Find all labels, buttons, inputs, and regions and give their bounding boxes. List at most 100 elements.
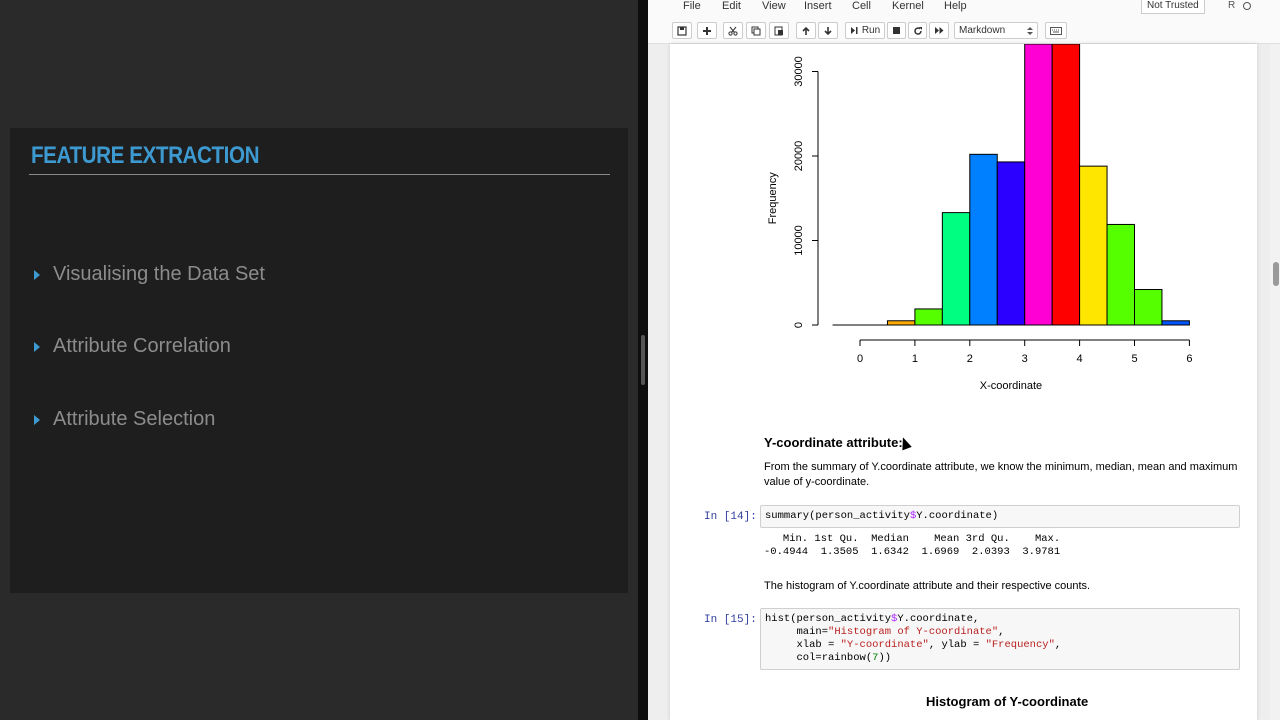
histogram-bars [832, 44, 1190, 326]
code-string: "Frequency" [985, 639, 1055, 651]
code-text: )) [878, 652, 892, 664]
run-all-button[interactable] [929, 22, 949, 39]
y-tick-label: 10000 [793, 225, 805, 256]
move-up-button[interactable] [796, 22, 816, 39]
x-tick-label: 1 [912, 353, 918, 365]
histogram-bar [969, 153, 998, 326]
x-tick-label: 0 [857, 353, 863, 365]
cell-output: Min. 1st Qu. Median Mean 3rd Qu. Max. -0… [764, 533, 1066, 559]
keyboard-icon [1050, 26, 1062, 35]
divider-handle[interactable] [641, 335, 645, 385]
run-label: Run [861, 25, 881, 36]
screen: FEATURE EXTRACTION Visualising the Data … [0, 0, 1280, 720]
x-tick-label: 5 [1131, 353, 1137, 365]
stop-icon [893, 27, 900, 34]
kernel-name: R [1228, 0, 1236, 11]
markdown-paragraph: The histogram of Y.coordinate attribute … [764, 580, 1091, 592]
y-tick-label: 20000 [793, 141, 805, 172]
code-text: main= [765, 626, 829, 638]
y-tick-label: 30000 [793, 56, 805, 87]
trusted-badge[interactable]: Not Trusted [1141, 0, 1205, 14]
markdown-heading: Y-coordinate attribute: [764, 435, 903, 450]
code-cell[interactable]: hist(person_activity$Y.coordinate, main=… [760, 608, 1240, 670]
code-cell[interactable]: summary(person_activity$Y.coordinate) [760, 505, 1240, 528]
bullet-text: Attribute Selection [53, 408, 216, 430]
interrupt-button[interactable] [887, 22, 906, 39]
histogram-bar [1161, 320, 1190, 326]
bullet-arrow-icon [34, 341, 40, 352]
run-button[interactable]: Run [845, 22, 885, 39]
code-line: hist(person_activity$Y.coordinate, [765, 613, 1235, 626]
title-underline [29, 174, 610, 175]
code-text: col=rainbow( [765, 652, 873, 664]
plot-title: Histogram of Y-coordinate [926, 694, 1089, 709]
presentation-pane: FEATURE EXTRACTION Visualising the Data … [0, 0, 638, 720]
histogram-bar [941, 212, 971, 326]
menu-edit[interactable]: Edit [722, 0, 741, 12]
select-arrows-icon [1027, 26, 1033, 35]
menu-view[interactable]: View [762, 0, 786, 12]
restart-icon [913, 26, 922, 35]
menu-kernel[interactable]: Kernel [892, 0, 924, 12]
code-string: "Histogram of Y-coordinate" [828, 626, 999, 638]
histogram-bar [1024, 44, 1053, 326]
copy-icon [751, 26, 761, 35]
x-tick-label: 2 [967, 353, 973, 365]
toolbar: Run Markdown [648, 18, 1280, 44]
output-line: Min. 1st Qu. Median Mean 3rd Qu. Max. [764, 533, 1067, 545]
restart-button[interactable] [908, 22, 927, 39]
bullet-item: Attribute Correlation [34, 335, 231, 358]
bullet-arrow-icon [34, 414, 40, 425]
code-text: , [998, 626, 1005, 638]
bullet-text: Attribute Correlation [53, 335, 231, 357]
arrow-up-icon [802, 26, 810, 35]
bullet-text: Visualising the Data Set [53, 263, 265, 285]
menu-file[interactable]: File [683, 0, 701, 12]
code-line: main="Histogram of Y-coordinate", [765, 626, 1235, 639]
menu-insert[interactable]: Insert [804, 0, 832, 12]
code-text: Y.coordinate) [916, 510, 999, 522]
copy-button[interactable] [746, 22, 766, 39]
command-palette-button[interactable] [1045, 22, 1067, 39]
histogram-bar [1079, 165, 1108, 326]
code-text: , [1054, 639, 1062, 651]
run-icon [850, 27, 858, 34]
histogram-plot: 0 10000 20000 30000 0 1 2 3 4 5 6 X-coordinate Fr… [767, 44, 1192, 392]
histogram-bar [914, 308, 943, 326]
histogram-bar [1051, 44, 1081, 326]
histogram-bar [886, 320, 916, 326]
cell-type-select[interactable]: Markdown [954, 22, 1038, 39]
cell-prompt: In [14]: [704, 511, 757, 523]
menu-help[interactable]: Help [944, 0, 967, 12]
code-text: summary(person_activity [765, 510, 910, 522]
bullet-item: Attribute Selection [34, 408, 215, 431]
slide-title: FEATURE EXTRACTION [31, 142, 260, 169]
save-button[interactable] [672, 22, 692, 39]
cut-button[interactable] [723, 22, 743, 39]
x-axis-label: X-coordinate [980, 380, 1042, 392]
save-icon [677, 25, 687, 36]
move-down-button[interactable] [818, 22, 838, 39]
x-axis: 0 1 2 3 4 5 6 [857, 339, 1192, 365]
bullet-item: Visualising the Data Set [34, 263, 265, 286]
histogram-bar [1134, 289, 1163, 326]
scrollbar-thumb[interactable] [1273, 262, 1279, 286]
cell-type-value: Markdown [959, 25, 1006, 36]
code-text: , ylab = [928, 639, 986, 651]
paste-button[interactable] [769, 22, 789, 39]
scrollbar[interactable] [1270, 44, 1280, 720]
menu-cell[interactable]: Cell [852, 0, 871, 12]
histogram-bar [1106, 223, 1135, 326]
markdown-paragraph: From the summary of Y.coordinate attribu… [764, 461, 1238, 488]
histogram-bar [996, 161, 1026, 326]
x-tick-label: 3 [1022, 353, 1028, 365]
code-text: Y.coordinate, [897, 613, 980, 625]
fast-forward-icon [934, 27, 943, 34]
plus-icon [703, 26, 711, 35]
code-line: col=rainbow(7)) [765, 652, 1235, 665]
cut-icon [728, 26, 738, 36]
insert-cell-button[interactable] [697, 22, 717, 39]
arrow-down-icon [824, 26, 832, 35]
notebook-window: File Edit View Insert Cell Kernel Help N… [648, 0, 1280, 720]
slide: FEATURE EXTRACTION Visualising the Data … [10, 128, 628, 593]
